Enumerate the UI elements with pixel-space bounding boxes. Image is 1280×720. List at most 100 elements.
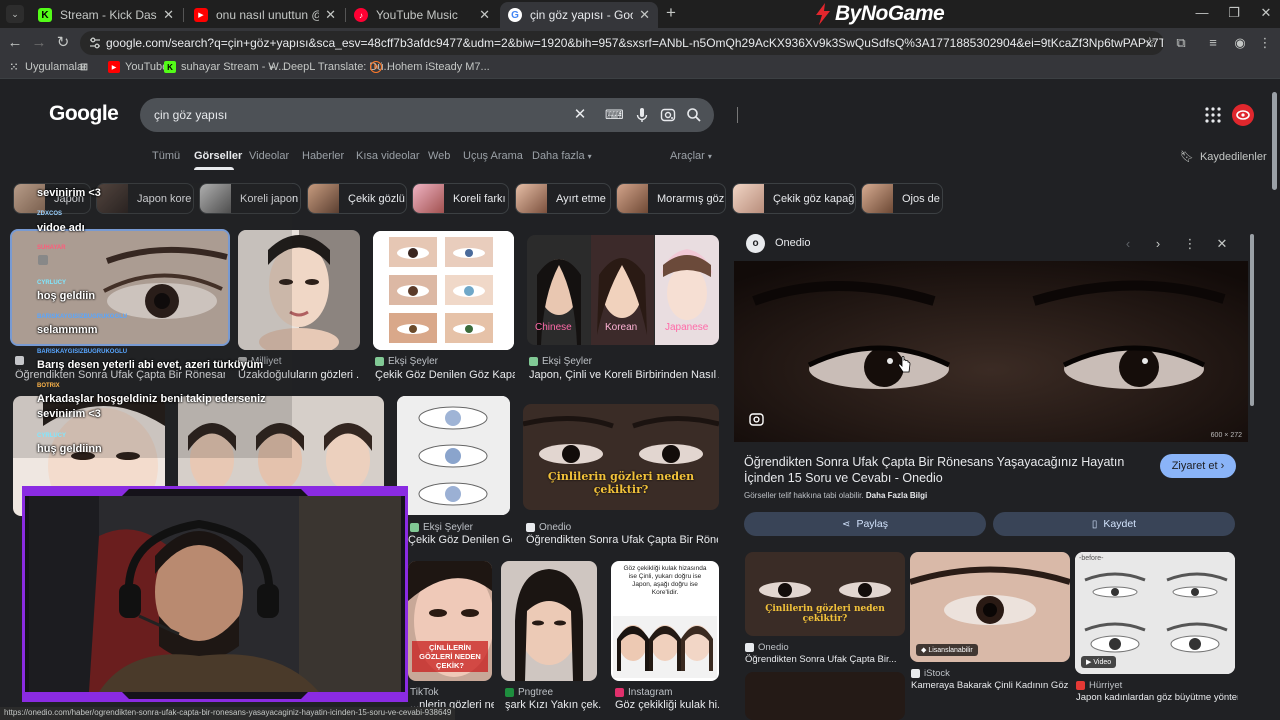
close-icon[interactable]: ✕: [639, 7, 650, 23]
save-button[interactable]: ▯ Kaydet: [993, 512, 1235, 536]
deepl-icon: ➢: [268, 61, 276, 72]
close-icon[interactable]: ✕: [479, 7, 490, 23]
restore-icon[interactable]: ❐: [1224, 4, 1244, 22]
tab-title: Stream - Kick Dashboard: [60, 8, 157, 22]
related-caption[interactable]: Japon kadınlardan göz büyütme yöntemi: [1076, 692, 1238, 703]
back-icon[interactable]: ←: [5, 33, 25, 53]
tab-short-videos[interactable]: Kısa videolar: [356, 150, 420, 162]
chip-cekik-gozlu[interactable]: Çekik gözlü: [307, 183, 407, 214]
reload-icon[interactable]: ↻: [53, 33, 73, 53]
new-tab-button[interactable]: +: [662, 4, 680, 22]
result-caption[interactable]: şark Kızı Yakın çek...: [505, 699, 601, 711]
tab-search-button[interactable]: ⌄: [6, 5, 24, 23]
bookmark-icon: ▯: [1091, 518, 1098, 530]
tab-images[interactable]: Görseller: [194, 150, 242, 162]
result-image-r13[interactable]: Göz çekikliği kulak hizasında ise Çinli,…: [611, 561, 719, 681]
hohem-icon: h: [370, 61, 382, 73]
related-caption[interactable]: Kameraya Bakarak Çinli Kadının Göz St...: [911, 680, 1071, 691]
chip-ojos-de[interactable]: Ojos de: [861, 183, 943, 214]
preview-image[interactable]: 600 × 272: [734, 261, 1248, 442]
close-window-icon[interactable]: ✕: [1256, 4, 1276, 22]
chip-ayirt-etme[interactable]: Ayırt etme: [515, 183, 611, 214]
search-input[interactable]: [154, 108, 554, 122]
bookmarks-bar: ⁙ Uygulamalar ⊞ ▶ YouTube K suhayar Stre…: [0, 58, 1280, 78]
tab-youtube-music[interactable]: ♪ YouTube Music ✕: [346, 2, 498, 28]
result-image-r8[interactable]: Çinlilerin gözleri neden çekiktir?: [523, 404, 719, 510]
related-image-1[interactable]: Çinlilerin gözleri neden çekiktir?: [745, 552, 905, 636]
related-image-2[interactable]: ◆ Lisanslanabilir: [910, 552, 1070, 662]
result-image-r3[interactable]: [373, 231, 514, 350]
share-button[interactable]: ⋖ Paylaş: [744, 512, 986, 536]
page-scrollbar[interactable]: [1270, 80, 1278, 720]
account-avatar[interactable]: [1232, 104, 1254, 126]
bolt-icon: [816, 3, 830, 25]
media-control-icon[interactable]: ≡: [1204, 34, 1222, 52]
close-icon[interactable]: ✕: [163, 7, 174, 23]
minimize-icon[interactable]: —: [1192, 4, 1212, 22]
tab-more[interactable]: Daha fazla ▾: [532, 150, 592, 162]
tools-button[interactable]: Araçlar ▾: [670, 150, 712, 162]
next-icon[interactable]: ›: [1149, 235, 1167, 253]
result-image-r7[interactable]: [397, 396, 510, 515]
previous-icon[interactable]: ‹: [1119, 235, 1137, 253]
preview-site-name[interactable]: Onedio: [775, 237, 810, 249]
saved-button[interactable]: 🔖︎ Kaydedilenler: [1180, 150, 1267, 164]
tab-all[interactable]: Tümü: [152, 150, 180, 162]
result-caption[interactable]: Öğrendikten Sonra Ufak Çapta Bir Rönes..…: [526, 534, 718, 546]
result-caption[interactable]: Japon, Çinli ve Koreli Birbirinden Nasıl…: [529, 369, 719, 381]
chat-username: ZDXCOS: [37, 211, 63, 217]
google-logo[interactable]: Google: [49, 102, 119, 126]
related-image-3[interactable]: -before- ▶ Video: [1075, 552, 1235, 674]
related-image-4[interactable]: [745, 672, 905, 720]
bookmark-apps[interactable]: ⁙ Uygulamalar: [8, 61, 87, 73]
tab-videos[interactable]: Videolar: [249, 150, 289, 162]
result-caption[interactable]: Çekik Göz Denilen Gö...: [408, 534, 512, 546]
tab-google-search[interactable]: G çin göz yapısı - Google'da Ara ✕: [500, 2, 658, 28]
chip-cekik-goz-kapagi[interactable]: Çekik göz kapağı: [732, 183, 856, 214]
result-image-r4[interactable]: Chinese Korean Japanese: [527, 235, 719, 345]
bookmark-tab-groups[interactable]: ⊞: [78, 61, 95, 73]
lens-search-icon[interactable]: [749, 412, 764, 427]
tab-web[interactable]: Web: [428, 150, 450, 162]
chat-username: CYRLUCY: [37, 280, 67, 286]
extensions-icon[interactable]: ⧉: [1172, 34, 1190, 52]
clear-icon[interactable]: ✕: [571, 106, 589, 124]
tab-youtube-video[interactable]: ▶ onu nasıl unuttun @mfatihergi ✕: [186, 2, 344, 28]
tab-news[interactable]: Haberler: [302, 150, 344, 162]
related-caption[interactable]: Öğrendikten Sonra Ufak Çapta Bir...: [745, 654, 905, 665]
bookmark-star-icon[interactable]: ☆: [1143, 34, 1156, 51]
chat-message: vidoe adı: [37, 222, 85, 234]
kick-icon: K: [164, 61, 176, 73]
panel-scrollbar[interactable]: [1249, 230, 1255, 720]
result-caption[interactable]: Çekik Göz Denilen Göz Kapa...: [375, 369, 515, 381]
visit-button[interactable]: Ziyaret et ›: [1160, 454, 1236, 478]
bookmark-youtube[interactable]: ▶ YouTube: [108, 61, 168, 73]
close-icon[interactable]: ✕: [1213, 235, 1231, 253]
bookmark-hohem[interactable]: h Hohem iSteady M7...: [370, 61, 490, 73]
chip-morarmis-goz[interactable]: Morarmış göz: [616, 183, 726, 214]
site-settings-icon[interactable]: [88, 36, 102, 50]
search-icon[interactable]: [685, 106, 703, 124]
result-image-r11[interactable]: ÇİNLİLERİN GÖZLERİ NEDEN ÇEKİK?: [408, 561, 492, 681]
google-apps-icon[interactable]: [1204, 106, 1222, 124]
chip-koreli-farki[interactable]: Koreli farkı: [412, 183, 509, 214]
pngtree-icon: [505, 688, 514, 697]
address-bar[interactable]: google.com/search?q=çin+göz+yapısı&sca_e…: [80, 31, 1164, 55]
microphone-icon[interactable]: [633, 106, 651, 124]
chat-message: sevinirim <3: [37, 187, 101, 199]
close-icon[interactable]: ✕: [325, 7, 336, 23]
menu-dots-icon[interactable]: ⋮: [1256, 34, 1274, 52]
preview-title[interactable]: Öğrendikten Sonra Ufak Çapta Bir Rönesan…: [744, 454, 1144, 486]
profile-icon[interactable]: ◉: [1231, 34, 1249, 52]
result-image-r12[interactable]: [501, 561, 597, 681]
result-caption[interactable]: Göz çekikliği kulak hi...: [615, 699, 719, 711]
tab-kick-dashboard[interactable]: K Stream - Kick Dashboard ✕: [30, 2, 182, 28]
tab-flights[interactable]: Uçuş Arama: [463, 150, 523, 162]
video-badge: ▶ Video: [1081, 656, 1117, 668]
search-box: ✕ ⌨: [140, 98, 738, 132]
more-options-icon[interactable]: ⋮: [1181, 235, 1199, 253]
forward-icon[interactable]: →: [29, 33, 49, 53]
more-info-link[interactable]: Daha Fazla Bilgi: [866, 491, 927, 500]
lens-icon[interactable]: [659, 106, 677, 124]
keyboard-icon[interactable]: ⌨: [605, 106, 624, 124]
